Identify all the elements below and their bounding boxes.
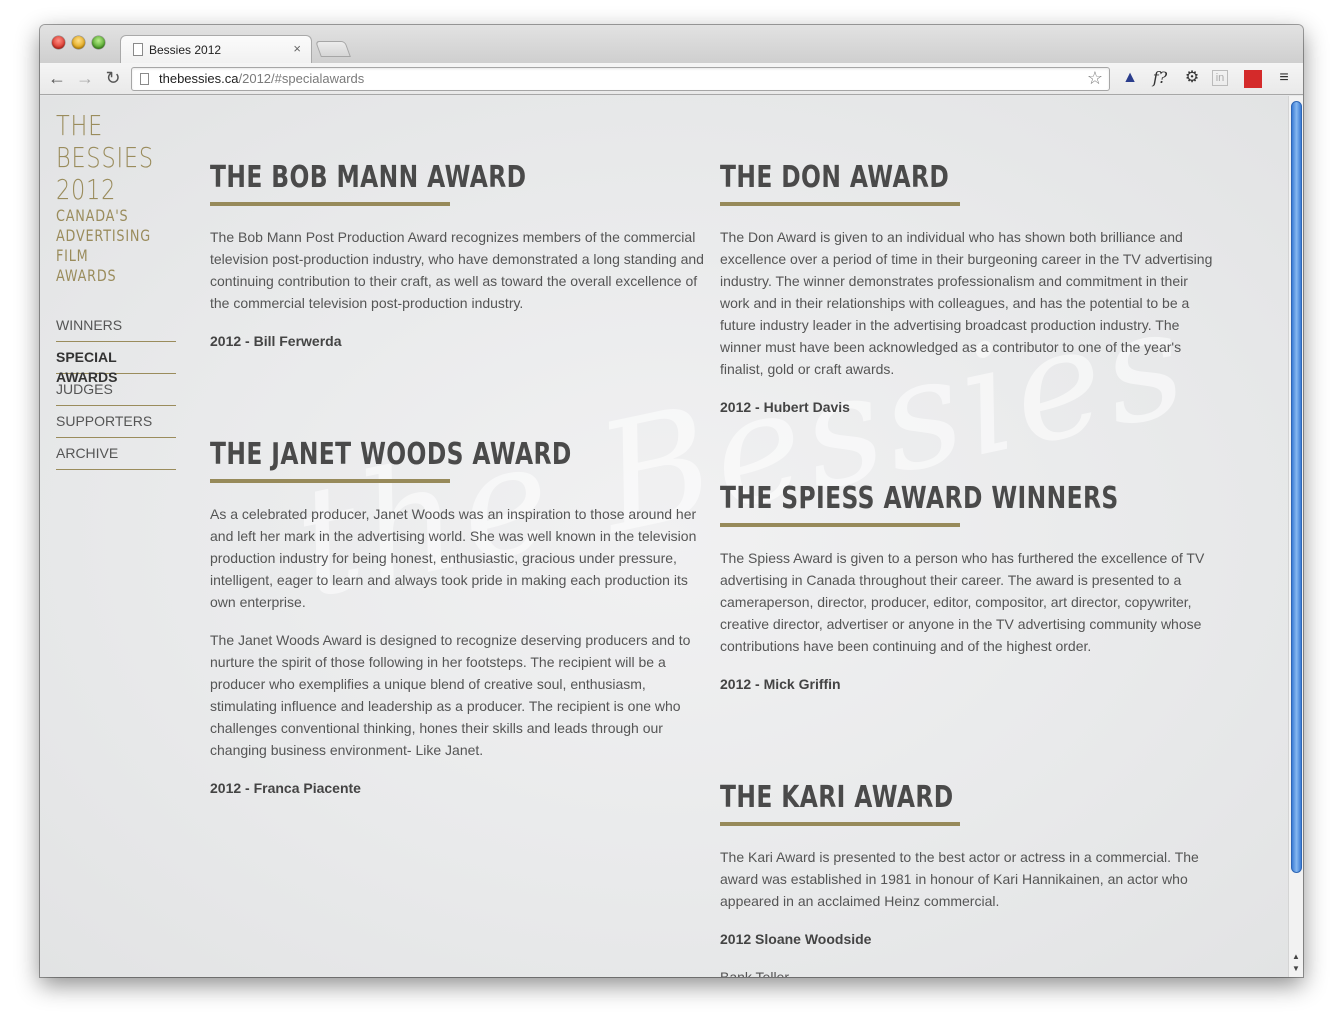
side-navigation: WINNERS SPECIAL AWARDS JUDGES SUPPORTERS… <box>56 310 176 470</box>
close-window-button[interactable] <box>52 36 65 49</box>
award-winner: 2012 - Hubert Davis <box>720 399 850 415</box>
page-icon <box>140 73 149 85</box>
page-viewport: the Bessies THE BESSIES 2012 CANADA'S AD… <box>40 96 1288 977</box>
award-description: The Janet Woods Award is designed to rec… <box>210 632 691 758</box>
vertical-scrollbar[interactable]: ▲ ▼ <box>1288 96 1303 977</box>
title-rule <box>720 523 960 527</box>
scrollbar-thumb[interactable] <box>1291 101 1302 873</box>
new-tab-button[interactable] <box>315 41 351 57</box>
award-title: THE BOB MANN AWARD <box>210 160 527 195</box>
tab-title: Bessies 2012 <box>149 43 222 57</box>
zoom-window-button[interactable] <box>92 36 105 49</box>
award-title: THE KARI AWARD <box>720 780 954 815</box>
award-title: THE JANET WOODS AWARD <box>210 437 572 472</box>
tab-close-icon[interactable]: × <box>293 41 301 56</box>
font-extension-icon[interactable]: f? <box>1150 68 1170 88</box>
forward-icon[interactable]: → <box>74 67 96 89</box>
nav-item-archive[interactable]: ARCHIVE <box>56 438 176 470</box>
title-rule <box>210 479 450 483</box>
logo-line: THE <box>56 109 104 142</box>
title-rule <box>720 202 960 206</box>
site-logo[interactable]: THE BESSIES 2012 CANADA'S ADVERTISING FI… <box>56 110 178 286</box>
scroll-up-arrow-icon[interactable]: ▲ <box>1292 952 1300 961</box>
back-icon[interactable]: ← <box>46 67 68 89</box>
award-description: The Bob Mann Post Production Award recog… <box>210 229 704 311</box>
nav-item-winners[interactable]: WINNERS <box>56 310 176 342</box>
logo-tagline: CANADA'S <box>56 206 129 225</box>
award-winner: 2012 - Bill Ferwerda <box>210 333 342 349</box>
gear-icon[interactable]: ⚙ <box>1182 68 1202 88</box>
linkedin-icon[interactable]: in <box>1212 70 1228 86</box>
award-janet-woods: THE JANET WOODS AWARD As a celebrated pr… <box>210 437 705 815</box>
browser-window: Bessies 2012 × ← → ↻ thebessies.ca/2012/… <box>40 25 1303 977</box>
award-don: THE DON AWARD The Don Award is given to … <box>720 160 1215 434</box>
award-winner: 2012 - Franca Piacente <box>210 780 361 796</box>
logo-tagline: ADVERTISING <box>56 226 151 245</box>
title-rule <box>720 822 960 826</box>
menu-icon[interactable]: ≡ <box>1274 68 1294 88</box>
page-icon <box>133 43 143 56</box>
tab-strip: Bessies 2012 × <box>40 25 1303 63</box>
url-text: thebessies.ca/2012/#specialawards <box>159 71 365 86</box>
reload-icon[interactable]: ↻ <box>102 67 124 89</box>
browser-tab[interactable]: Bessies 2012 × <box>120 35 312 63</box>
logo-line: 2012 <box>56 173 117 206</box>
award-bob-mann: THE BOB MANN AWARD The Bob Mann Post Pro… <box>210 160 705 368</box>
award-description: The Don Award is given to an individual … <box>720 229 1213 377</box>
address-bar[interactable]: thebessies.ca/2012/#specialawards ☆ <box>131 67 1110 91</box>
bookmark-star-icon[interactable]: ☆ <box>1087 68 1103 89</box>
extension-icon[interactable]: ▲ <box>1120 68 1140 88</box>
logo-tagline: AWARDS <box>56 266 117 285</box>
logo-tagline: FILM <box>56 246 89 265</box>
award-title: THE SPIESS AWARD WINNERS <box>720 481 1119 516</box>
extension-red-icon[interactable] <box>1244 70 1262 88</box>
title-rule <box>210 202 450 206</box>
award-title: THE DON AWARD <box>720 160 950 195</box>
award-description: As a celebrated producer, Janet Woods wa… <box>210 506 697 610</box>
award-winner: 2012 Sloane Woodside <box>720 931 872 947</box>
browser-toolbar: ← → ↻ thebessies.ca/2012/#specialawards … <box>40 63 1303 95</box>
scroll-down-arrow-icon[interactable]: ▼ <box>1292 964 1300 973</box>
award-spiess: THE SPIESS AWARD WINNERS The Spiess Awar… <box>720 481 1215 711</box>
logo-line: BESSIES <box>56 141 154 174</box>
award-description: The Kari Award is presented to the best … <box>720 849 1199 909</box>
nav-item-special-awards[interactable]: SPECIAL AWARDS <box>56 342 176 385</box>
award-extra: Bank Teller <box>720 969 790 977</box>
award-description: The Spiess Award is given to a person wh… <box>720 550 1205 654</box>
award-kari: THE KARI AWARD The Kari Award is present… <box>720 780 1215 977</box>
award-winner: 2012 - Mick Griffin <box>720 676 841 692</box>
minimize-window-button[interactable] <box>72 36 85 49</box>
nav-item-supporters[interactable]: SUPPORTERS <box>56 406 176 438</box>
